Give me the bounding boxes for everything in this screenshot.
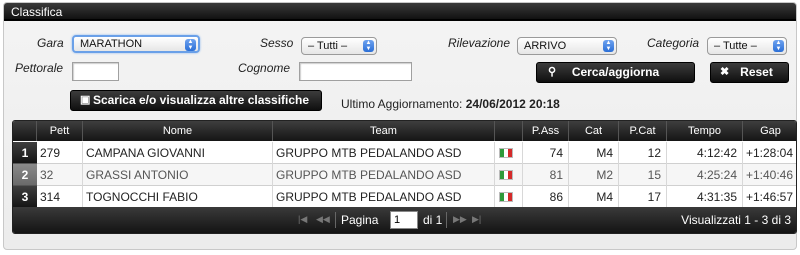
gara-select[interactable]: MARATHON ▲ ▼ — [72, 35, 200, 53]
tempo-cell: 4:31:35 — [667, 186, 743, 208]
tempo-cell: 4:25:24 — [667, 164, 743, 186]
panel-header: Classifica — [4, 3, 796, 21]
tempo-cell: 4:12:42 — [667, 142, 743, 164]
pett-cell: 314 — [37, 186, 83, 208]
pcat-cell: 12 — [619, 142, 667, 164]
col-flag — [495, 121, 523, 141]
cognome-input[interactable] — [299, 62, 412, 81]
pettorale-input[interactable] — [72, 62, 119, 81]
team-cell: GRUPPO MTB PEDALANDO ASD — [273, 186, 495, 208]
pcat-cell: 15 — [619, 164, 667, 186]
grid-header: Pett Nome Team P.Ass Cat P.Cat Tempo Gap — [13, 121, 796, 141]
pett-cell: 32 — [37, 164, 83, 186]
nome-cell: GRASSI ANTONIO — [83, 164, 273, 186]
rilevazione-select-value: ARRIVO — [524, 40, 567, 52]
col-pcat[interactable]: P.Cat — [619, 121, 667, 141]
team-cell: GRUPPO MTB PEDALANDO ASD — [273, 142, 495, 164]
search-icon: ⚲ — [548, 66, 557, 78]
results-summary: Visualizzati 1 - 3 di 3 — [681, 213, 791, 227]
gap-cell: +1:28:04 — [745, 146, 793, 160]
sesso-select[interactable]: – Tutti – ▲ ▼ — [301, 37, 377, 55]
col-pass[interactable]: P.Ass — [523, 121, 569, 141]
pett-cell: 279 — [37, 142, 83, 164]
page-of-label: di 1 — [423, 213, 443, 227]
last-update-value: 24/06/2012 20:18 — [465, 97, 560, 111]
select-arrows-icon: ▲ ▼ — [773, 40, 784, 52]
pager-divider — [335, 212, 336, 228]
cat-cell: M4 — [569, 186, 619, 208]
select-arrows-icon: ▲ ▼ — [363, 40, 374, 52]
results-grid: Pett Nome Team P.Ass Cat P.Cat Tempo Gap… — [12, 120, 797, 234]
cat-cell: M2 — [569, 164, 619, 186]
table-row[interactable]: 3 314 TOGNOCCHI FABIO GRUPPO MTB PEDALAN… — [13, 186, 796, 208]
col-gap[interactable]: Gap — [743, 121, 796, 141]
select-arrows-icon: ▲ ▼ — [185, 39, 196, 51]
download-button[interactable]: ▣ Scarica e/o visualizza altre classific… — [70, 90, 322, 111]
select-arrows-icon: ▲ ▼ — [603, 40, 614, 52]
flag-cell — [495, 142, 523, 164]
nome-cell: TOGNOCCHI FABIO — [83, 186, 273, 208]
flag-cell — [495, 164, 523, 186]
pass-cell: 81 — [523, 164, 569, 186]
classifica-panel: Classifica Gara MARATHON ▲ ▼ Sesso – Tutt… — [3, 2, 797, 250]
table-row[interactable]: 1 279 CAMPANA GIOVANNI GRUPPO MTB PEDALA… — [13, 142, 796, 164]
col-team[interactable]: Team — [273, 121, 495, 141]
pettorale-label: Pettorale — [15, 61, 64, 75]
first-page-icon[interactable]: |◀ — [298, 214, 307, 225]
gara-select-value: MARATHON — [80, 38, 143, 50]
rank-cell: 1 — [13, 142, 37, 164]
next-page-icon[interactable]: ▶▶ — [453, 214, 467, 225]
page-label: Pagina — [341, 213, 379, 227]
col-tempo[interactable]: Tempo — [667, 121, 743, 141]
col-rank — [13, 121, 37, 141]
gap-cell: +1:40:46 — [745, 168, 793, 182]
cognome-label: Cognome — [238, 61, 291, 75]
close-icon: ✖ — [720, 66, 730, 78]
rank-cell: 2 — [13, 164, 37, 186]
col-pett[interactable]: Pett — [37, 121, 83, 141]
last-update: Ultimo Aggiornamento: 24/06/2012 20:18 — [341, 97, 560, 111]
italy-flag-icon — [499, 170, 513, 180]
pager-divider — [446, 212, 447, 228]
sesso-label: Sesso — [260, 36, 294, 50]
flag-cell — [495, 186, 523, 208]
rilevazione-label: Rilevazione — [448, 36, 511, 50]
panel-title: Classifica — [11, 5, 63, 19]
prev-page-icon[interactable]: ◀◀ — [316, 214, 330, 225]
team-cell: GRUPPO MTB PEDALANDO ASD — [273, 164, 495, 186]
rank-cell: 3 — [13, 186, 37, 208]
rilevazione-select[interactable]: ARRIVO ▲ ▼ — [517, 37, 617, 55]
pager: |◀ ◀◀ Pagina 1 di 1 ▶▶ ▶| Visualizzati 1… — [13, 207, 796, 233]
italy-flag-icon — [499, 192, 513, 202]
categoria-select[interactable]: – Tutte – ▲ ▼ — [707, 37, 787, 55]
pass-cell: 74 — [523, 142, 569, 164]
pcat-cell: 17 — [619, 186, 667, 208]
italy-flag-icon — [499, 148, 513, 158]
last-page-icon[interactable]: ▶| — [472, 214, 481, 225]
last-update-label: Ultimo Aggiornamento: — [341, 97, 463, 111]
search-button[interactable]: ⚲ Cerca/aggiorna — [536, 62, 695, 83]
gara-label: Gara — [37, 36, 64, 50]
reset-button-label: Reset — [740, 65, 773, 79]
table-row[interactable]: 2 32 GRASSI ANTONIO GRUPPO MTB PEDALANDO… — [13, 164, 796, 186]
categoria-label: Categoria — [647, 36, 700, 50]
nome-cell: CAMPANA GIOVANNI — [83, 142, 273, 164]
search-button-label: Cerca/aggiorna — [571, 65, 660, 79]
reset-button[interactable]: ✖ Reset — [710, 62, 789, 83]
col-cat[interactable]: Cat — [569, 121, 619, 141]
gap-cell: +1:46:57 — [745, 190, 793, 204]
page-input[interactable]: 1 — [390, 211, 418, 229]
disk-icon: ▣ — [80, 94, 91, 106]
categoria-select-value: – Tutte – — [714, 40, 757, 52]
pass-cell: 86 — [523, 186, 569, 208]
download-button-label: Scarica e/o visualizza altre classifiche — [92, 93, 310, 107]
sesso-select-value: – Tutti – — [308, 40, 348, 52]
cat-cell: M4 — [569, 142, 619, 164]
col-nome[interactable]: Nome — [83, 121, 273, 141]
